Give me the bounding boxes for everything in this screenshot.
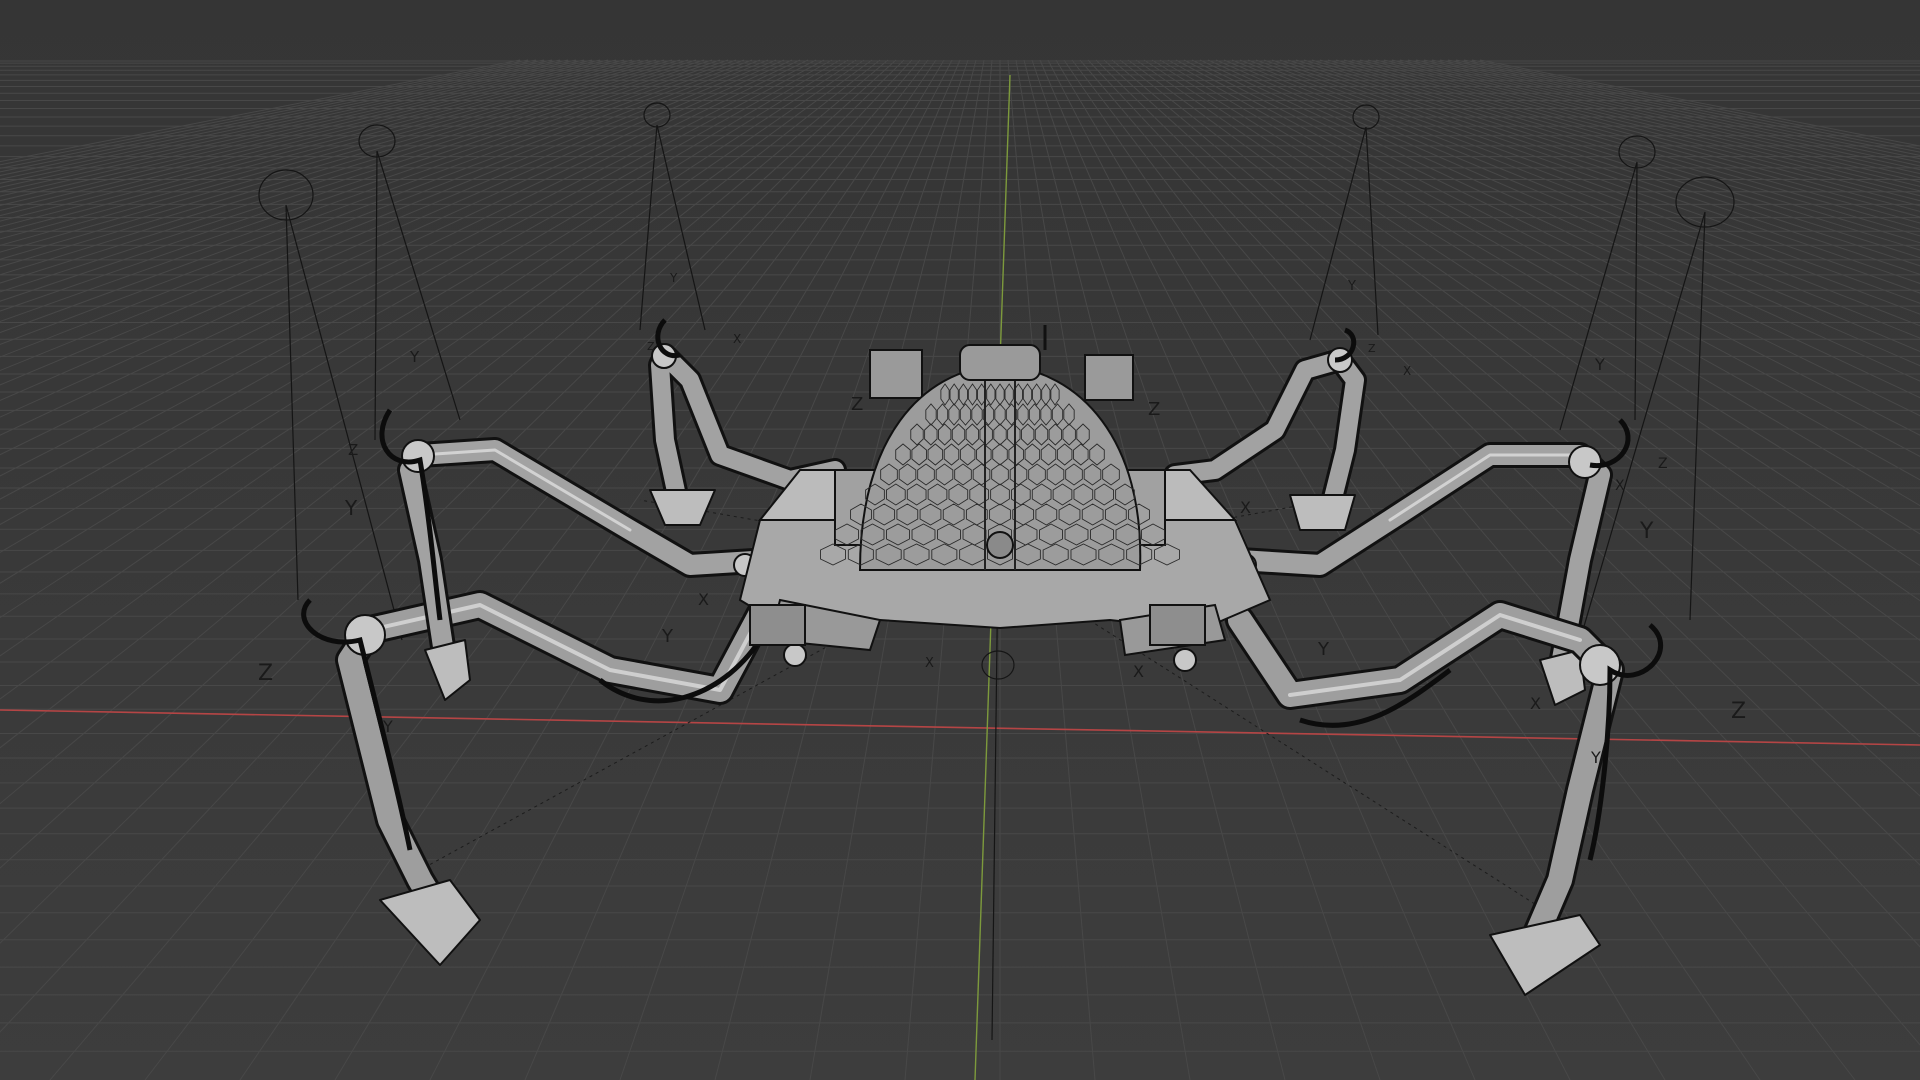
bone-axis-label-z: Z	[258, 661, 273, 686]
bone-axis-label-y: Y	[344, 496, 358, 520]
bone-axis-label-x: X	[925, 656, 934, 671]
viewport-scene[interactable]: Y Z Y Z Y Y Z X Z X Y X Y Z X Z X Y X Y Z X Y Z Y X	[0, 0, 1920, 1080]
bone-axis-label-x: X	[733, 332, 741, 346]
3d-viewport[interactable]: Y Z Y Z Y Y Z X Z X Y X Y Z X Z X Y X Y Z X Y Z Y X	[0, 0, 1920, 1080]
bone-axis-label-z: Z	[348, 441, 358, 459]
bone-axis-label-y: Y	[1347, 279, 1356, 294]
bone-axis-label-x: X	[698, 590, 709, 609]
bone-axis-label-y: Y	[1639, 519, 1654, 544]
bone-axis-label-x: X	[1403, 364, 1411, 378]
bone-axis-label-x: X	[1133, 662, 1144, 681]
bone-axis-label-z: Z	[1731, 699, 1746, 724]
bone-axis-label-y: Y	[1317, 639, 1330, 660]
bone-axis-label-y: Y	[382, 717, 393, 736]
bone-axis-label-y: Y	[669, 271, 678, 285]
bone-axis-label-y: Y	[661, 626, 674, 647]
bone-axis-label-y: Y	[409, 348, 420, 366]
bone-axis-label-z: Z	[647, 340, 655, 353]
bone-axis-label-y: Y	[1590, 748, 1601, 767]
bone-axis-label-z: Z	[1148, 399, 1160, 420]
bone-axis-label-x: X	[1615, 478, 1625, 494]
bone-axis-label-x: X	[1240, 498, 1251, 517]
bone-axis-label-z: Z	[1368, 342, 1376, 355]
bone-axis-label-y: Y	[1594, 355, 1605, 374]
bone-axis-label-z: Z	[1658, 456, 1668, 472]
bone-axis-label-x: X	[1530, 694, 1541, 713]
bone-axis-label-z: Z	[851, 394, 863, 415]
